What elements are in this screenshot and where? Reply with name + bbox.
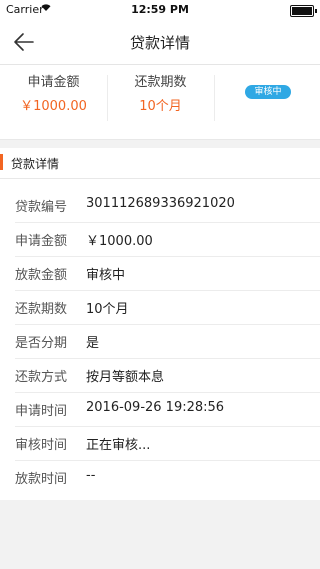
section-title: 贷款详情 <box>11 157 60 171</box>
section-accent-bar <box>0 154 3 170</box>
detail-value: 是 <box>86 336 100 351</box>
detail-value: ￥1000.00 <box>86 234 153 249</box>
detail-value: 审核中 <box>86 268 126 283</box>
section-header: 贷款详情 <box>0 148 320 179</box>
detail-row-loan-number: 贷款编号 301112689336921020 <box>0 189 320 223</box>
apply-amount-value: ￥1000.00 <box>20 99 87 114</box>
detail-row-review-time: 审核时间 正在审核... <box>0 427 320 461</box>
nav-bar: 贷款详情 <box>0 20 320 65</box>
detail-value: 按月等额本息 <box>86 370 165 385</box>
detail-row-disbursed-amount: 放款金额 审核中 <box>0 257 320 291</box>
detail-label: 放款金额 <box>15 268 68 283</box>
status-time: 12:59 PM <box>131 3 189 16</box>
detail-row-repay-periods: 还款期数 10个月 <box>0 291 320 325</box>
detail-row-installment: 是否分期 是 <box>0 325 320 359</box>
detail-value: 301112689336921020 <box>86 196 235 211</box>
detail-value: -- <box>86 468 96 483</box>
detail-value: 2016-09-26 19:28:56 <box>86 400 225 415</box>
detail-label: 申请时间 <box>15 404 68 419</box>
detail-label: 放款时间 <box>15 472 68 487</box>
battery-icon <box>290 5 317 17</box>
loan-summary: 申请金额 ￥1000.00 还款期数 10个月 审核中 <box>0 65 320 140</box>
apply-amount-label: 申请金额 <box>27 75 80 90</box>
detail-label: 还款期数 <box>15 302 68 317</box>
detail-row-apply-amount: 申请金额 ￥1000.00 <box>0 223 320 257</box>
detail-label: 申请金额 <box>15 234 68 249</box>
repay-periods-value: 10个月 <box>139 99 182 114</box>
detail-list: 贷款编号 301112689336921020 申请金额 ￥1000.00 放款… <box>0 179 320 500</box>
page-title: 贷款详情 <box>129 34 190 52</box>
detail-value: 正在审核... <box>86 438 151 453</box>
summary-repay-periods: 还款期数 10个月 <box>107 65 214 139</box>
summary-apply-amount: 申请金额 ￥1000.00 <box>0 65 107 139</box>
detail-label: 是否分期 <box>15 336 68 351</box>
detail-label: 审核时间 <box>15 438 68 453</box>
detail-row-disburse-time: 放款时间 -- <box>0 461 320 495</box>
detail-label: 贷款编号 <box>15 200 68 215</box>
summary-status: 审核中 <box>214 65 320 139</box>
detail-label: 还款方式 <box>15 370 68 385</box>
repay-periods-label: 还款期数 <box>134 75 187 90</box>
detail-row-apply-time: 申请时间 2016-09-26 19:28:56 <box>0 393 320 427</box>
detail-row-repay-method: 还款方式 按月等额本息 <box>0 359 320 393</box>
status-badge: 审核中 <box>245 85 291 99</box>
status-bar: Carrier 12:59 PM <box>0 0 320 20</box>
detail-value: 10个月 <box>86 302 129 317</box>
